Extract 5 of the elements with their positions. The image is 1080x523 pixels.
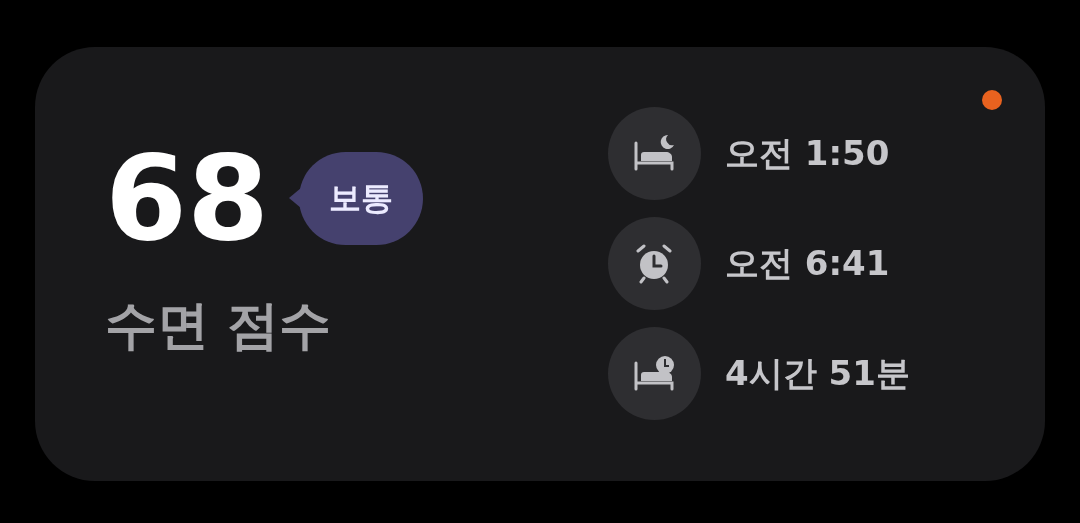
stat-text: 4시간 51분 [725,352,910,395]
sleep-score: 68 [105,143,270,253]
stat-text: 오전 6:41 [725,242,890,285]
score-label: 수면 점수 [105,294,333,357]
stat-text: 오전 1:50 [725,132,890,175]
